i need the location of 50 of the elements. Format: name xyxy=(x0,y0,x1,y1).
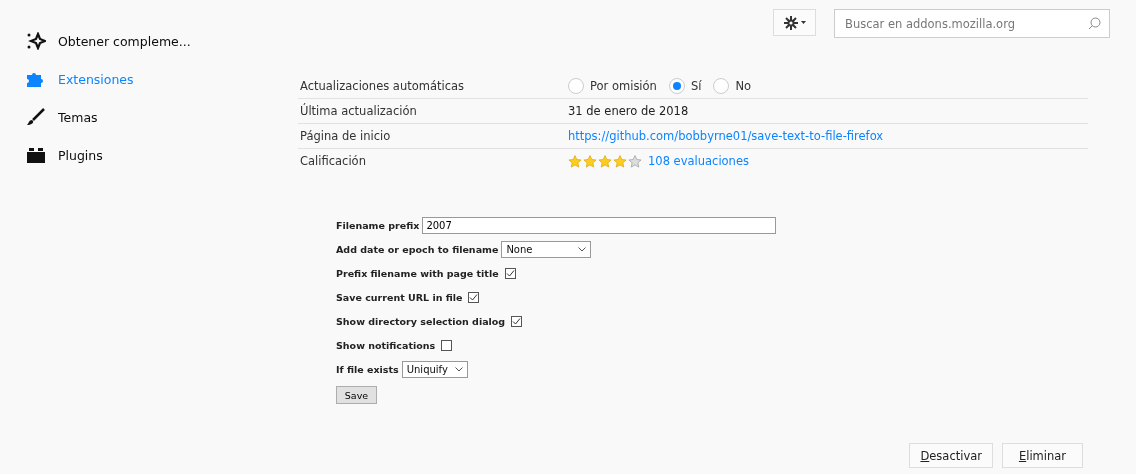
checkbox[interactable] xyxy=(441,340,453,351)
chevron-down-icon xyxy=(578,247,587,252)
brush-icon xyxy=(26,108,46,126)
option-label: Prefix filename with page title xyxy=(336,268,499,279)
star-icon xyxy=(568,154,582,168)
option-label: Show notifications xyxy=(336,340,436,351)
puzzle-icon xyxy=(26,70,46,88)
checkbox[interactable] xyxy=(468,292,480,303)
star-icon xyxy=(613,154,627,168)
star-icon xyxy=(583,154,597,168)
radio-button[interactable] xyxy=(713,78,730,94)
sparkle-icon xyxy=(26,32,46,50)
sidebar-item[interactable]: Plugins xyxy=(0,136,290,174)
detail-label: Página de inicio xyxy=(299,129,392,143)
detail-label: Calificación xyxy=(299,154,367,168)
radio-button[interactable] xyxy=(568,78,584,94)
option-label: Save current URL in file xyxy=(336,292,463,303)
radio-label: No xyxy=(735,79,752,93)
gear-icon xyxy=(783,15,798,30)
star-icon xyxy=(628,154,642,168)
checkbox[interactable] xyxy=(504,268,516,279)
star-icon xyxy=(598,154,612,168)
option-label: Filename prefix xyxy=(336,220,420,231)
homepage-link[interactable]: https://github.com/bobbyrne01/save-text-to-file-firefox xyxy=(568,129,884,143)
caret-icon xyxy=(800,21,806,24)
action-button[interactable]: Desactivar xyxy=(909,443,993,468)
detail-value: 31 de enero de 2018 xyxy=(568,104,689,118)
option-label: Add date or epoch to filename xyxy=(336,244,499,255)
sidebar-item[interactable]: Temas xyxy=(0,98,290,136)
sidebar-item[interactable]: Obtener compleme... xyxy=(0,22,290,60)
checkbox[interactable] xyxy=(511,316,523,327)
chevron-down-icon xyxy=(454,367,463,372)
action-button[interactable]: Eliminar xyxy=(1002,443,1083,468)
reviews-link[interactable]: 108 evaluaciones xyxy=(648,154,749,168)
radio-label: Por omisión xyxy=(590,79,657,93)
save-button[interactable]: Save xyxy=(336,386,377,404)
dropdown[interactable]: Uniquify xyxy=(401,361,468,378)
dropdown[interactable]: None xyxy=(501,241,592,258)
radio-button[interactable] xyxy=(668,78,685,94)
prefix-field[interactable]: 2007 xyxy=(422,217,777,234)
detail-label: Actualizaciones automáticas xyxy=(299,79,466,93)
detail-label: Última actualización xyxy=(299,104,418,118)
radio-label: Sí xyxy=(690,79,702,93)
sidebar-item[interactable]: Extensiones xyxy=(0,60,290,98)
option-label: If file exists xyxy=(336,364,399,375)
search-field[interactable]: Buscar en addons.mozilla.org xyxy=(834,9,1110,38)
option-label: Show directory selection dialog xyxy=(336,316,506,327)
search-icon xyxy=(1088,17,1101,30)
plugin-icon xyxy=(26,146,46,164)
settings-button[interactable] xyxy=(773,9,816,36)
